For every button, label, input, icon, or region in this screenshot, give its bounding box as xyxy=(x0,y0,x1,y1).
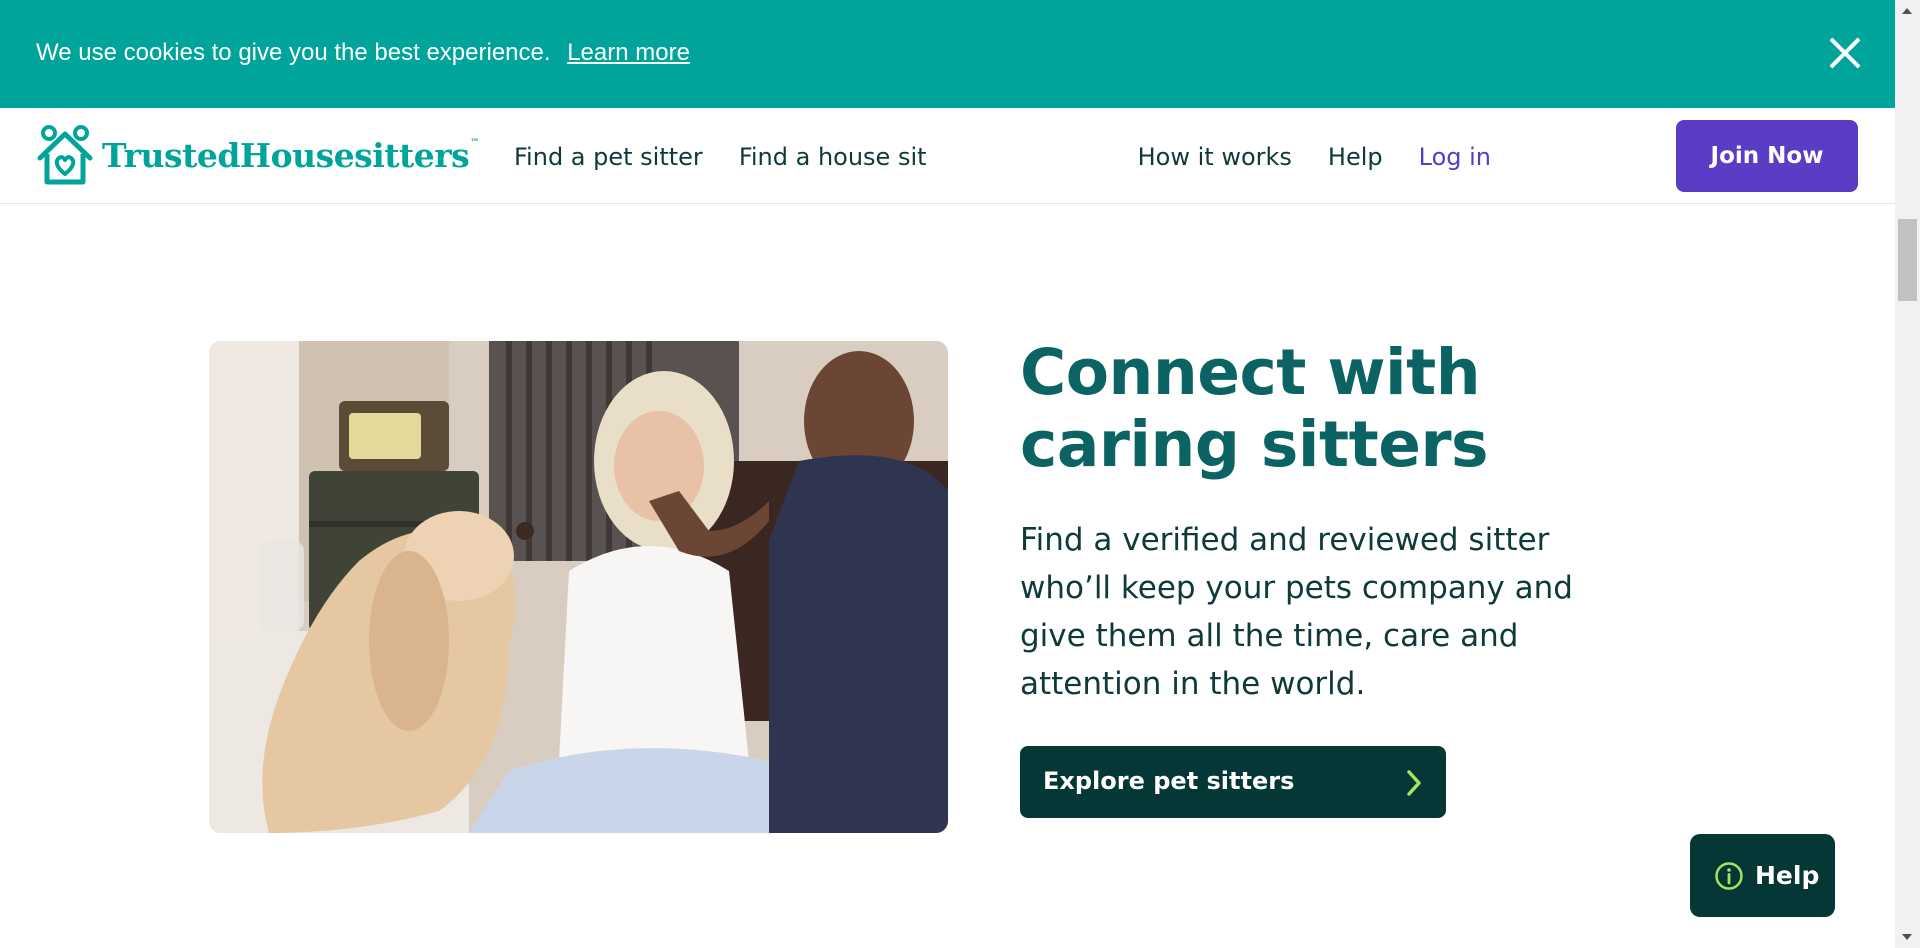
logo[interactable]: TrustedHousesitters™ xyxy=(36,124,479,186)
explore-button-label: Explore pet sitters xyxy=(1043,767,1295,795)
page-scrollbar[interactable] xyxy=(1895,0,1920,948)
headline-line-2: caring sitters xyxy=(1020,408,1489,481)
explore-pet-sitters-button[interactable]: Explore pet sitters xyxy=(1020,746,1446,818)
scroll-down-arrow-icon[interactable] xyxy=(1902,934,1912,940)
house-heart-icon xyxy=(37,125,93,185)
cookie-banner: We use cookies to give you the best expe… xyxy=(0,0,1895,108)
info-icon xyxy=(1715,862,1743,890)
learn-more-link[interactable]: Learn more xyxy=(567,39,690,66)
nav-how-it-works[interactable]: How it works xyxy=(1138,143,1292,171)
site-header: TrustedHousesitters™ Find a pet sitter F… xyxy=(0,108,1895,204)
close-icon[interactable] xyxy=(1827,36,1861,70)
nav-find-house-sit[interactable]: Find a house sit xyxy=(739,143,927,171)
nav-find-pet-sitter[interactable]: Find a pet sitter xyxy=(514,143,703,171)
hero-headline: Connect with caring sitters xyxy=(1020,337,1580,481)
help-chat-label: Help xyxy=(1755,861,1820,890)
primary-nav: Find a pet sitter Find a house sit xyxy=(514,143,927,171)
scroll-up-arrow-icon[interactable] xyxy=(1902,8,1912,14)
join-now-button[interactable]: Join Now xyxy=(1676,120,1858,192)
logo-wordmark: TrustedHousesitters™ xyxy=(102,136,479,175)
help-chat-button[interactable]: Help xyxy=(1690,834,1835,917)
logo-text: TrustedHousesitters xyxy=(102,135,470,175)
scroll-thumb[interactable] xyxy=(1898,219,1917,301)
hero-photo xyxy=(209,341,948,833)
trademark: ™ xyxy=(470,137,479,148)
chevron-right-icon xyxy=(1407,770,1421,796)
nav-log-in[interactable]: Log in xyxy=(1419,143,1491,171)
secondary-nav: How it works Help Log in xyxy=(1138,143,1491,171)
nav-help[interactable]: Help xyxy=(1328,143,1383,171)
headline-line-1: Connect with xyxy=(1020,336,1481,409)
cookie-message: We use cookies to give you the best expe… xyxy=(36,39,690,67)
hero-body: Find a verified and reviewed sitter who’… xyxy=(1020,522,1573,702)
cookie-message-text: We use cookies to give you the best expe… xyxy=(36,39,551,66)
